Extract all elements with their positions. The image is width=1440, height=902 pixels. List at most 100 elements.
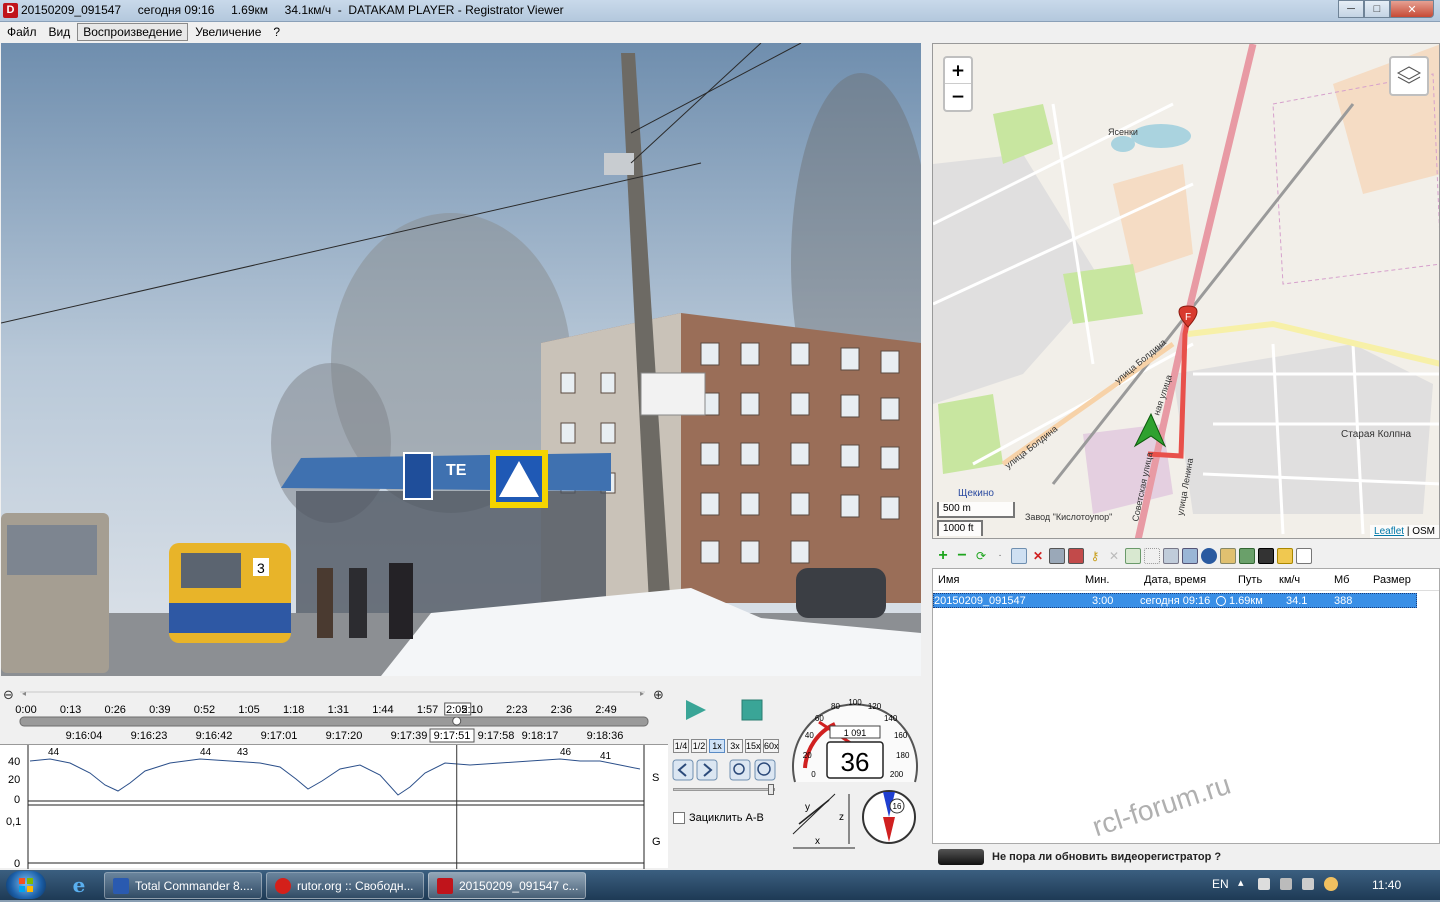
tray-expand-icon[interactable]: ▴ [1238,876,1244,889]
column-header[interactable]: км/ч [1279,574,1300,586]
loop-ab-label: Зациклить A-B [689,812,764,824]
zoom-in-icon[interactable]: ⊕ [653,688,664,703]
timeline-clock-label: 9:16:42 [196,730,233,742]
speed-quarter-button[interactable]: 1/4 [673,739,689,753]
column-header[interactable]: Дата, время [1144,574,1206,586]
video-frame[interactable]: ТЕ 3 [1,43,921,676]
speed-3x-button[interactable]: 3x [727,739,743,753]
speed-scale-label: 160 [894,731,908,740]
column-header[interactable]: Путь [1238,574,1262,586]
loop-ab-checkbox[interactable] [673,812,685,824]
timeline-playhead[interactable] [452,716,462,726]
play-icon[interactable] [686,700,706,720]
stop-icon[interactable] [741,699,763,721]
volume-slider[interactable] [673,788,775,791]
remove-icon[interactable]: − [954,548,970,564]
speed-axis-label: 20 [8,774,20,786]
timeline-track[interactable] [19,716,649,727]
volume-slider-thumb[interactable] [768,784,774,795]
layers-button[interactable] [1389,56,1429,96]
menu-file[interactable]: Файл [2,24,42,40]
file-list[interactable]: Имя Мин. Дата, время Путь км/ч Мб Размер… [932,568,1440,844]
copy-icon[interactable] [1011,548,1027,564]
taskbar-item[interactable]: Total Commander 8.... [104,872,262,899]
refresh-icon[interactable]: ⟳ [973,548,989,564]
timeline-tick-label: 0:00 [15,704,36,716]
column-header[interactable]: Мин. [1085,574,1109,586]
map-zoom-in-button[interactable]: + [945,58,971,84]
key-icon[interactable]: ⚷ [1087,548,1103,564]
map-zoom-out-button[interactable]: − [945,84,971,110]
column-header[interactable]: Размер [1373,574,1411,586]
start-button[interactable] [6,871,46,899]
export-icon[interactable] [1182,548,1198,564]
telemetry-graph[interactable]: 40 20 0 0,1 0 S G 44 44 43 46 41 [0,744,668,870]
save-icon[interactable] [1049,548,1065,564]
bus-route-number: 3 [257,560,265,576]
timeline-clock-label: 9:18:17 [522,730,559,742]
map-panel[interactable]: F Ясенки Старая Колпна Щекино Завод "Кис… [932,43,1440,539]
speed-60x-button[interactable]: 60x [763,739,779,753]
svg-text:◂: ◂ [22,689,26,698]
menu-zoom[interactable]: Увеличение [190,24,266,40]
speed-scale-label: 200 [890,770,904,779]
snapshot-icon[interactable] [1068,548,1084,564]
tray-volume-icon[interactable] [1302,878,1314,890]
document-icon[interactable] [1296,548,1312,564]
globe-icon[interactable] [1201,548,1217,564]
speed-1x-button[interactable]: 1x [709,739,725,753]
duplicate-icon[interactable] [1163,548,1179,564]
step-forward-button[interactable] [696,759,718,781]
zoom-out-icon[interactable]: ⊖ [3,688,14,703]
speed-15x-button[interactable]: 15x [745,739,761,753]
tray-network-icon[interactable] [1280,878,1292,890]
language-indicator[interactable]: EN [1212,877,1229,891]
folder-icon[interactable] [1277,548,1293,564]
image-icon[interactable] [1239,548,1255,564]
list-toolbar: + − ⟳ · ✕ ⚷ ✕ [932,545,1440,567]
compass-heading: 16 [893,802,902,811]
accel-label: z [839,812,844,823]
zoom-out-video-button[interactable] [729,759,751,781]
film-icon[interactable] [1258,548,1274,564]
select-area-icon[interactable] [1144,548,1160,564]
timeline-tick-label: 0:39 [149,704,170,716]
update-banner[interactable]: Не пора ли обновить видеорегистратор ? [932,846,1440,868]
table-row[interactable]: 20150209_091547 3:00 сегодня 09:16 1.69к… [933,593,1417,608]
map-attribution: Leaflet | OSM [1370,525,1439,538]
speed-scale-label: 40 [805,731,814,740]
internet-explorer-icon[interactable]: e [66,873,92,897]
column-header[interactable]: Имя [938,574,959,586]
app-icon[interactable]: D [3,3,18,18]
maximize-button[interactable]: □ [1364,0,1390,18]
add-icon[interactable]: + [935,548,951,564]
loop-ab-option[interactable]: Зациклить A-B [673,812,764,824]
minimize-button[interactable]: ─ [1338,0,1364,18]
window-buttons: ─ □ ✕ [1338,0,1434,18]
banner-text[interactable]: Не пора ли обновить видеорегистратор ? [992,851,1221,863]
delete-icon[interactable]: ✕ [1030,548,1046,564]
tray-app-icon[interactable] [1324,877,1338,891]
menu-view[interactable]: Вид [44,24,76,40]
tray-flag-icon[interactable] [1258,878,1270,890]
title-bar: D 20150209_091547 сегодня 09:16 1.69км 3… [0,0,1440,22]
speed-annotation: 46 [560,747,572,758]
dashcam-icon [938,849,984,865]
speed-half-button[interactable]: 1/2 [691,739,707,753]
map-scale-metric: 500 m [937,502,1015,518]
taskbar-clock[interactable]: 11:40 [1372,878,1401,892]
close-button[interactable]: ✕ [1390,0,1434,18]
column-header[interactable]: Мб [1334,574,1349,586]
taskbar-item-active[interactable]: 20150209_091547 с... [428,872,586,899]
timeline-current-clock: 9:17:51 [434,730,471,742]
taskbar-item[interactable]: rutor.org :: Свободн... [266,872,424,899]
leaflet-link[interactable]: Leaflet [1374,526,1404,537]
map-layer-icon[interactable] [1220,548,1236,564]
step-back-button[interactable] [672,759,694,781]
speed-axis-label: 40 [8,756,20,768]
menu-playback[interactable]: Воспроизведение [77,23,189,41]
speed-value: 36 [841,747,870,777]
new-window-icon[interactable] [1125,548,1141,564]
menu-help[interactable]: ? [268,24,285,40]
accel-label: x [815,836,820,847]
